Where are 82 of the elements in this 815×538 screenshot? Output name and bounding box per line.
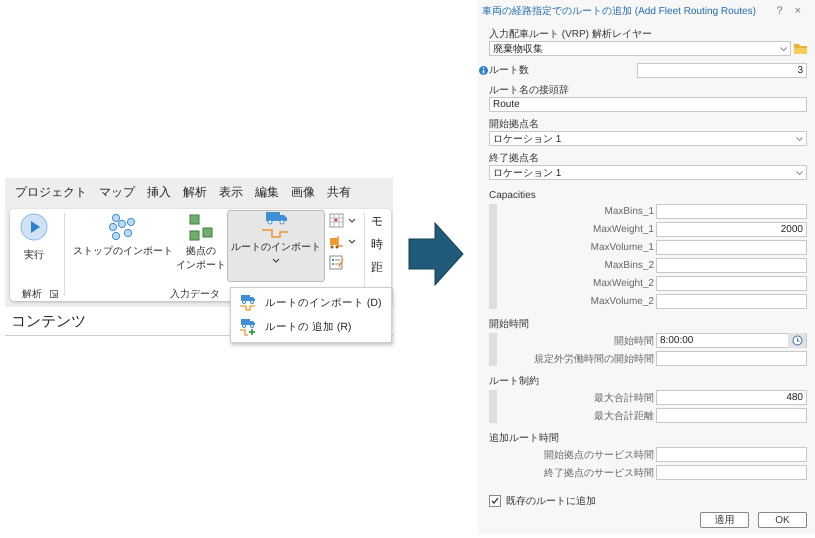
dropdown-field[interactable]: 廃棄物収集 bbox=[489, 41, 791, 56]
section-title: 開始時間 bbox=[489, 318, 530, 331]
stops-icon bbox=[108, 213, 138, 243]
launcher-icon[interactable] bbox=[50, 290, 58, 298]
input-field[interactable] bbox=[656, 408, 807, 423]
field-label: 開始拠点名 bbox=[489, 118, 540, 131]
caret-icon bbox=[796, 170, 803, 174]
menu-tab[interactable]: プロジェクト bbox=[9, 184, 93, 201]
depots-icon bbox=[187, 213, 215, 243]
forklift-icon[interactable] bbox=[329, 234, 344, 249]
field-label: 最大合計時間 bbox=[593, 392, 654, 404]
time-field[interactable]: 8:00:00 bbox=[656, 333, 807, 348]
caret-icon[interactable] bbox=[348, 239, 356, 244]
field-label: ルート数 bbox=[489, 64, 530, 77]
input-field[interactable] bbox=[656, 204, 807, 219]
ribbon-label[interactable]: 距 bbox=[371, 259, 383, 276]
input-field[interactable] bbox=[656, 351, 807, 366]
dialog-button[interactable]: OK bbox=[758, 512, 807, 528]
menu-tab[interactable]: 編集 bbox=[249, 184, 285, 201]
import-depots-button[interactable]: 拠点の インポート bbox=[175, 213, 227, 273]
play-icon bbox=[20, 213, 48, 241]
group-label: 入力データ bbox=[170, 288, 220, 301]
field-label: ルート名の接頭辞 bbox=[489, 84, 570, 97]
field-label: MaxWeight_1 bbox=[592, 224, 654, 235]
input-field[interactable] bbox=[656, 240, 807, 255]
field-label: MaxVolume_2 bbox=[590, 296, 654, 307]
dialog-title: 車両の経路指定でのルートの追加 (Add Fleet Routing Routes) bbox=[482, 4, 757, 18]
field-label: MaxBins_1 bbox=[604, 206, 654, 217]
field-label: 入力配車ルート (VRP) 解析レイヤー bbox=[489, 28, 653, 41]
truck-add-icon bbox=[239, 318, 257, 336]
input-field[interactable]: 3 bbox=[637, 63, 807, 78]
field-label: 開始時間 bbox=[613, 334, 654, 348]
caret-icon bbox=[780, 46, 787, 50]
info-icon[interactable] bbox=[479, 66, 488, 75]
arrow-icon bbox=[408, 222, 464, 286]
section-title: ルート制約 bbox=[489, 375, 540, 388]
input-field[interactable] bbox=[656, 447, 807, 462]
caret-icon[interactable] bbox=[348, 218, 356, 223]
field-label: 最大合計距離 bbox=[593, 410, 654, 422]
input-field[interactable]: Route bbox=[489, 97, 807, 112]
menu-tab[interactable]: 解析 bbox=[177, 184, 213, 201]
menu-tab[interactable]: 挿入 bbox=[141, 184, 177, 201]
field-label: 終了拠点のサービス時間 bbox=[543, 466, 654, 480]
caret-icon bbox=[796, 136, 803, 140]
table-icon[interactable] bbox=[329, 213, 344, 228]
input-field[interactable] bbox=[656, 465, 807, 480]
caret-icon bbox=[272, 258, 280, 263]
clock-icon[interactable] bbox=[792, 335, 802, 346]
field-label: MaxBins_2 bbox=[604, 260, 654, 271]
menu-tab[interactable]: 画像 bbox=[285, 184, 321, 201]
dialog-button[interactable]: 適用 bbox=[700, 512, 749, 528]
close-button[interactable]: × bbox=[788, 5, 807, 17]
ribbon-label[interactable]: 時 bbox=[371, 236, 383, 253]
checklist-icon[interactable] bbox=[329, 255, 344, 270]
checkbox[interactable] bbox=[489, 495, 501, 507]
menu-tab[interactable]: 共有 bbox=[321, 184, 357, 201]
checkbox-label[interactable]: 既存のルートに追加 bbox=[506, 494, 596, 508]
input-field[interactable]: 2000 bbox=[656, 222, 807, 237]
section-title: 追加ルート時間 bbox=[489, 432, 560, 445]
run-button[interactable]: 実行 bbox=[10, 213, 58, 263]
import-stops-button[interactable]: ストップのインポート bbox=[71, 213, 175, 259]
input-field[interactable] bbox=[656, 258, 807, 273]
section-title: Capacities bbox=[489, 189, 537, 202]
field-label: MaxVolume_1 bbox=[590, 242, 654, 253]
ribbon-label[interactable]: モ bbox=[371, 213, 383, 230]
field-label: 終了拠点名 bbox=[489, 152, 540, 165]
truck-route-icon bbox=[239, 294, 257, 312]
group-label: 解析 bbox=[22, 288, 42, 301]
field-label: 規定外労働時間の開始時間 bbox=[533, 352, 654, 366]
input-field[interactable] bbox=[656, 276, 807, 291]
menu-tab[interactable]: マップ bbox=[93, 184, 141, 201]
import-routes-button[interactable]: ルートのインポート bbox=[227, 210, 325, 282]
field-label: MaxWeight_2 bbox=[592, 278, 654, 289]
menu-tab[interactable]: 表示 bbox=[213, 184, 249, 201]
help-button[interactable]: ? bbox=[770, 5, 789, 17]
input-field[interactable] bbox=[656, 294, 807, 309]
menu-item[interactable]: ルートの 追加 (R) bbox=[231, 315, 391, 339]
dropdown-field[interactable]: ロケーション 1 bbox=[489, 165, 807, 180]
dropdown-field[interactable]: ロケーション 1 bbox=[489, 131, 807, 146]
input-field[interactable]: 480 bbox=[656, 390, 807, 405]
field-label: 開始拠点のサービス時間 bbox=[543, 448, 654, 462]
folder-icon[interactable] bbox=[794, 43, 807, 54]
